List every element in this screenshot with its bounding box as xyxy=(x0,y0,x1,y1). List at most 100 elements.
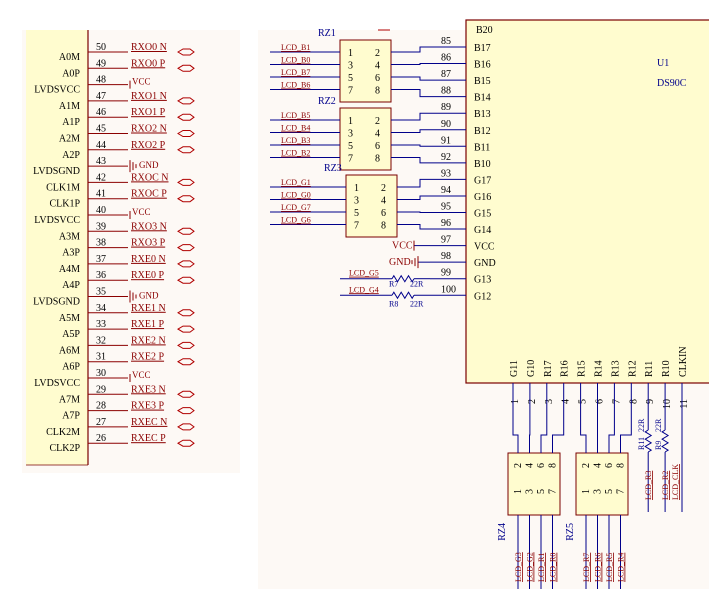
net-label: LCD_G1 xyxy=(281,178,311,187)
net-label: LCD_G3 xyxy=(514,552,523,582)
chip-pin-name: B11 xyxy=(474,142,490,153)
resistor-network-pin: 1 xyxy=(581,489,592,494)
resistor-ref: R9 xyxy=(654,441,663,450)
resistor-network-pin: 8 xyxy=(375,86,380,97)
resistor-network-pin: 3 xyxy=(348,61,353,72)
chip-pin-number: 3 xyxy=(544,399,555,404)
chip-pin-name: B10 xyxy=(474,159,491,170)
net-label: LCD_R3 xyxy=(644,471,653,500)
connector-pin-name: A5P xyxy=(62,329,80,340)
connector-pin-number: 37 xyxy=(96,254,106,265)
net-label: RXE2 N xyxy=(131,335,166,346)
resistor-network-pin: 2 xyxy=(375,116,380,127)
chip-pin-name: G16 xyxy=(474,192,491,203)
resistor-network-pin: 3 xyxy=(354,196,359,207)
net-label: RXE1 P xyxy=(131,319,165,330)
connector-pin-name: A1M xyxy=(59,101,80,112)
net-label: RXO0 P xyxy=(131,58,166,69)
chip-pin-name: B14 xyxy=(474,93,491,104)
connector-pin-number: 40 xyxy=(96,205,106,216)
chip-pin-number: 85 xyxy=(441,36,451,47)
resistor-network-pin: 7 xyxy=(548,489,559,494)
connector-pin-name: A1P xyxy=(62,117,80,128)
chip-pin-number: 99 xyxy=(441,268,451,279)
connector-pin-number: 33 xyxy=(96,319,106,330)
connector-pin-name: LVDSVCC xyxy=(34,215,80,226)
net-label: LCD_B3 xyxy=(281,136,310,145)
net-label: RXOC P xyxy=(131,189,167,200)
net-label: LCD_G2 xyxy=(526,552,535,582)
net-label: LCD_B0 xyxy=(281,56,310,65)
connector-pin-name: A3P xyxy=(62,248,80,259)
resistor-network-pin: 3 xyxy=(593,489,604,494)
net-label: LCD_R0 xyxy=(549,553,558,582)
net-label: LCD_B7 xyxy=(281,68,310,77)
gnd-label: GND xyxy=(389,257,411,268)
chip-pin-number: 8 xyxy=(628,399,639,404)
net-label: LCD_G4 xyxy=(349,285,379,294)
net-label: LCD_G7 xyxy=(281,203,311,212)
chip-pin-name: B16 xyxy=(474,60,491,71)
gnd-label: GND xyxy=(139,160,159,170)
net-label: LCD_R1 xyxy=(537,553,546,582)
net-label: RXE1 N xyxy=(131,303,166,314)
resistor-network-pin: 5 xyxy=(348,73,353,84)
resistor-network-pin: 2 xyxy=(381,183,386,194)
connector-pin-number: 48 xyxy=(96,75,106,86)
resistor-network-pin: 1 xyxy=(348,48,353,59)
vcc-label: VCC xyxy=(132,207,151,217)
net-label: RXE0 N xyxy=(131,254,166,265)
resistor-network-body xyxy=(507,452,561,516)
resistor-network-pin: 8 xyxy=(375,154,380,165)
chip-pin-name: B12 xyxy=(474,126,491,137)
chip-pin-number: 96 xyxy=(441,218,451,229)
chip-pin-name: CLKIN xyxy=(678,346,689,377)
chip-pin-name: G17 xyxy=(474,175,491,186)
connector-pin-name: A6P xyxy=(62,362,80,373)
resistor-network-pin: 2 xyxy=(513,463,524,468)
connector-pin-number: 45 xyxy=(96,124,106,135)
net-wire xyxy=(397,211,430,213)
chip-pin-number: 4 xyxy=(561,399,572,404)
resistor-network-pin: 8 xyxy=(548,463,559,468)
chip-pin-name: G10 xyxy=(526,360,537,377)
resistor-value: 22R xyxy=(410,280,424,289)
chip-pin-number: 91 xyxy=(441,135,451,146)
left-panel: A0M 50 RXO0 N A0P 49 RXO0 P LVDSVCC 48 VCC A1M 47 R… xyxy=(22,30,240,473)
chip-pin-number: 6 xyxy=(595,399,606,404)
net-label: RXE3 P xyxy=(131,401,165,412)
connector-pin-number: 34 xyxy=(96,303,106,314)
vcc-label: VCC xyxy=(132,77,151,87)
connector-pin-name: CLK1M xyxy=(46,182,80,193)
chip-pin-number: 9 xyxy=(645,399,656,404)
connector-pin-number: 28 xyxy=(96,401,106,412)
chip-pin-number: 10 xyxy=(662,399,673,409)
resistor-value: 22R xyxy=(637,418,646,432)
connector-pin-number: 27 xyxy=(96,417,106,428)
resistor-network-ref: RZ5 xyxy=(565,523,576,541)
chip-part-name: DS90C xyxy=(657,78,687,89)
connector-pin-name: A2P xyxy=(62,150,80,161)
resistor-network-pin: 2 xyxy=(581,463,592,468)
chip-pin-name: R12 xyxy=(627,360,638,377)
resistor-network-pin: 7 xyxy=(616,489,627,494)
net-label: LCD_R5 xyxy=(605,553,614,582)
resistor-network-pin: 5 xyxy=(604,489,615,494)
net-label: LCD_B5 xyxy=(281,111,310,120)
connector-pin-name: A0M xyxy=(59,52,80,63)
resistor-network-pin: 3 xyxy=(348,129,353,140)
connector-pin-name: A3M xyxy=(59,231,80,242)
chip-pin-number: 86 xyxy=(441,53,451,64)
resistor-ref: R7 xyxy=(389,280,398,289)
chip-pin-name: B13 xyxy=(474,109,491,120)
right-panel: U1DS90CB2085B1786B1687B1588B1489B1390B12… xyxy=(258,19,709,589)
connector-pin-number: 26 xyxy=(96,433,106,444)
resistor-network-pin: 4 xyxy=(593,463,604,468)
chip-pin-number: 2 xyxy=(527,399,538,404)
chip-pin-number: 90 xyxy=(441,119,451,130)
resistor-network-pin: 8 xyxy=(381,221,386,232)
resistor-ref: R8 xyxy=(389,299,398,308)
connector-pin-number: 42 xyxy=(96,172,106,183)
resistor-network-pin: 6 xyxy=(375,73,380,84)
net-label: LCD_B4 xyxy=(281,124,310,133)
